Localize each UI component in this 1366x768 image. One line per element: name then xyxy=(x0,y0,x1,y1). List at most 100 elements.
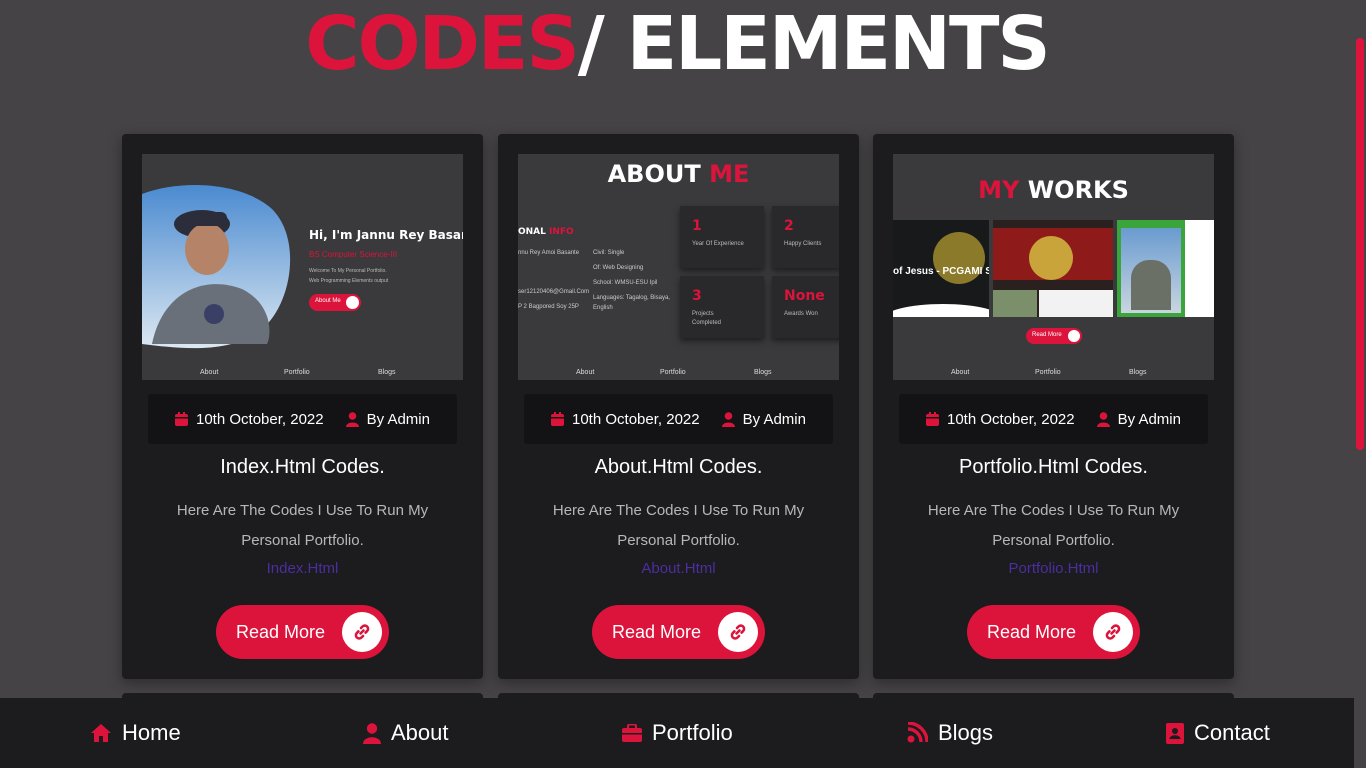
card-title: Index.Html Codes. xyxy=(220,456,385,478)
preview-nav-portfolio: Portfolio xyxy=(284,369,310,376)
post-meta: 10th October, 2022 By Admin xyxy=(899,394,1208,444)
preview-heading-b: WORKS xyxy=(1027,176,1129,204)
user-icon xyxy=(1096,411,1110,427)
post-date-text: 10th October, 2022 xyxy=(572,410,700,428)
nav-blogs[interactable]: Blogs xyxy=(906,698,993,768)
preview-greeting: Hi, I'm Jannu Rey Basar xyxy=(309,228,463,242)
rss-icon xyxy=(907,722,928,743)
preview-shot-1-wave xyxy=(893,304,989,317)
preview-subtitle: BS Computer Science-III xyxy=(309,250,398,259)
preview-nav-portfolio: Portfolio xyxy=(1035,369,1061,376)
preview-info-line: nnu Rey Amoi Basante xyxy=(518,250,580,256)
preview-shot-2-panel xyxy=(1039,290,1113,317)
read-more-label: Read More xyxy=(987,621,1077,642)
home-icon xyxy=(91,724,111,742)
preview-user-icon xyxy=(346,296,359,309)
preview-nav: About Portfolio Blogs xyxy=(518,366,839,380)
post-author-text: By Admin xyxy=(742,410,806,428)
nav-home-label: Home xyxy=(122,720,181,745)
calendar-icon xyxy=(926,412,939,426)
link-icon xyxy=(730,624,746,640)
nav-about-label: About xyxy=(391,720,449,745)
read-more-button[interactable]: Read More xyxy=(216,605,389,659)
preview-info-line: School: WMSU-ESU Ipil xyxy=(593,280,658,286)
post-meta: 10th October, 2022 By Admin xyxy=(524,394,833,444)
post-author: By Admin xyxy=(1096,410,1181,428)
nav-about[interactable]: About xyxy=(363,698,449,768)
read-more-label: Read More xyxy=(236,621,326,642)
preview-heading-b: ME xyxy=(709,160,750,188)
preview-stat-label: Awards Won xyxy=(784,311,818,317)
card-thumbnail: MY WORKS of Jesus - PCGAMI S Read More A… xyxy=(893,154,1214,380)
preview-shot-2-coin xyxy=(1029,236,1073,280)
card-index: Hi, I'm Jannu Rey Basar BS Computer Scie… xyxy=(122,134,483,679)
user-icon xyxy=(721,411,735,427)
preview-nav-blogs: Blogs xyxy=(1129,369,1147,376)
bottom-nav: Home About Portfolio Blogs Contact xyxy=(0,698,1354,768)
nav-blogs-label: Blogs xyxy=(938,720,994,745)
nav-home[interactable]: Home xyxy=(90,698,181,768)
card-portfolio: MY WORKS of Jesus - PCGAMI S Read More A… xyxy=(873,134,1234,679)
preview-line-2: Web Programming Elements output xyxy=(309,278,389,284)
card-description: Here Are The Codes I Use To Run My Perso… xyxy=(552,502,805,549)
preview-heading-a: MY xyxy=(978,176,1020,204)
read-more-button[interactable]: Read More xyxy=(967,605,1140,659)
preview-read-more: Read More xyxy=(1026,328,1082,344)
preview-shot-3 xyxy=(1117,220,1214,317)
preview-stat: 2 Happy Clients xyxy=(772,206,839,268)
preview-info-b: INFO xyxy=(549,227,574,237)
page-title-rest: / ELEMENTS xyxy=(577,1,1051,87)
preview-info-line: Of: Web Designing xyxy=(593,265,644,271)
preview-info-heading: ONAL INFO xyxy=(518,227,574,237)
preview-info-a: ONAL xyxy=(518,227,546,237)
read-more-button[interactable]: Read More xyxy=(592,605,765,659)
preview-info-line: ser12120406@Gmail.Com xyxy=(518,289,590,295)
post-date: 10th October, 2022 xyxy=(175,411,324,428)
preview-shot-2 xyxy=(993,220,1113,317)
link-icon xyxy=(1105,624,1121,640)
post-author-text: By Admin xyxy=(1117,410,1181,428)
post-date: 10th October, 2022 xyxy=(926,411,1075,428)
card-file-link[interactable]: Index.Html xyxy=(122,560,483,577)
post-date-text: 10th October, 2022 xyxy=(196,410,324,428)
nav-contact-label: Contact xyxy=(1194,720,1270,745)
card-thumbnail: ABOUT ME ONAL INFO nnu Rey Amoi Basante … xyxy=(518,154,839,380)
post-meta: 10th October, 2022 By Admin xyxy=(148,394,457,444)
card-thumbnail: Hi, I'm Jannu Rey Basar BS Computer Scie… xyxy=(142,154,463,380)
preview-heading: ABOUT ME xyxy=(518,160,839,188)
read-more-circle xyxy=(1093,612,1133,652)
read-more-circle xyxy=(342,612,382,652)
card-title: Portfolio.Html Codes. xyxy=(959,456,1148,478)
preview-nav-blogs: Blogs xyxy=(378,369,396,376)
preview-shot-2-photo xyxy=(993,290,1037,317)
nav-portfolio[interactable]: Portfolio xyxy=(622,698,733,768)
preview-info-line: Languages: Tagalog, Bisaya, xyxy=(593,295,670,301)
nav-contact[interactable]: Contact xyxy=(1166,698,1270,768)
preview-info-line: Civil: Single xyxy=(593,250,625,256)
card-description: Here Are The Codes I Use To Run My Perso… xyxy=(176,502,429,549)
preview-heading: MY WORKS xyxy=(893,176,1214,204)
post-author: By Admin xyxy=(345,410,430,428)
post-author: By Admin xyxy=(721,410,806,428)
post-author-text: By Admin xyxy=(366,410,430,428)
post-date-text: 10th October, 2022 xyxy=(947,410,1075,428)
preview-stat-label: Projects Completed xyxy=(692,311,722,326)
preview-info-line: P 2 Bagpored Soy 25P xyxy=(518,304,579,310)
preview-stat-value: 3 xyxy=(692,288,702,304)
scrollbar-thumb[interactable] xyxy=(1356,38,1364,450)
read-more-label: Read More xyxy=(612,621,702,642)
preview-nav: About Portfolio Blogs xyxy=(893,366,1214,380)
preview-nav-blogs: Blogs xyxy=(754,369,772,376)
preview-nav-about: About xyxy=(576,369,595,376)
scrollbar-track[interactable] xyxy=(1354,0,1366,768)
preview-stat-value: None xyxy=(784,288,825,304)
card-file-link[interactable]: Portfolio.Html xyxy=(873,560,1234,577)
preview-read-more-label: Read More xyxy=(1032,332,1062,338)
preview-stat-label: Year Of Experience xyxy=(692,241,744,247)
preview-read-more-circle xyxy=(1068,330,1080,342)
card-file-link[interactable]: About.Html xyxy=(498,560,859,577)
preview-stat: 3 Projects Completed xyxy=(680,276,764,338)
read-more-circle xyxy=(718,612,758,652)
link-icon xyxy=(354,624,370,640)
nav-portfolio-label: Portfolio xyxy=(652,720,733,745)
